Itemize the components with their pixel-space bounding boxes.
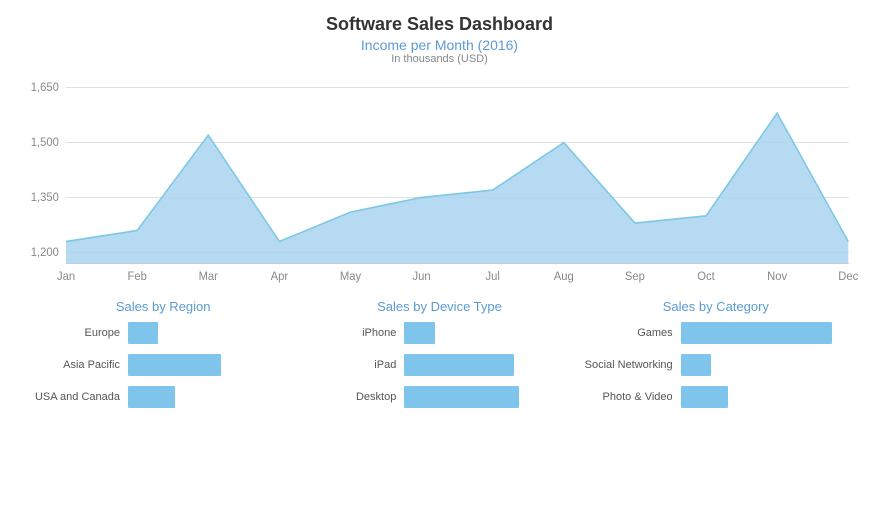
- y-label-1200: 1,200: [31, 245, 60, 258]
- region-label-usa: USA and Canada: [30, 391, 120, 403]
- region-track-asia: [128, 354, 296, 376]
- device-label-iphone: iPhone: [306, 327, 396, 339]
- sales-by-device-chart: Sales by Device Type iPhone iPad Desktop: [306, 299, 572, 504]
- main-title: Software Sales Dashboard: [20, 14, 859, 35]
- device-chart-title: Sales by Device Type: [306, 299, 572, 314]
- category-label-social: Social Networking: [583, 359, 673, 371]
- region-bar-row-europe: Europe: [30, 322, 296, 344]
- x-label-jul: Jul: [486, 270, 500, 283]
- area-chart-svg: 1,650 1,500 1,350 1,200 Jan Feb Mar Apr …: [20, 71, 859, 291]
- x-label-feb: Feb: [127, 270, 146, 283]
- x-label-apr: Apr: [271, 270, 289, 283]
- x-label-jan: Jan: [57, 270, 75, 283]
- x-label-may: May: [340, 270, 361, 283]
- x-label-mar: Mar: [199, 270, 218, 283]
- category-fill-games: [681, 322, 832, 344]
- area-chart: 1,650 1,500 1,350 1,200 Jan Feb Mar Apr …: [20, 71, 859, 291]
- category-track-photo: [681, 386, 849, 408]
- area-fill: [66, 113, 848, 263]
- category-bar-row-photo: Photo & Video: [583, 386, 849, 408]
- category-track-games: [681, 322, 849, 344]
- category-fill-social: [681, 354, 711, 376]
- region-bar-row-usa: USA and Canada: [30, 386, 296, 408]
- y-label-1500: 1,500: [31, 135, 60, 148]
- device-fill-desktop: [404, 386, 518, 408]
- area-chart-subtitle: In thousands (USD): [20, 53, 859, 65]
- region-label-europe: Europe: [30, 327, 120, 339]
- dashboard: Software Sales Dashboard Income per Mont…: [0, 0, 879, 514]
- category-bar-row-social: Social Networking: [583, 354, 849, 376]
- region-track-europe: [128, 322, 296, 344]
- category-label-photo: Photo & Video: [583, 391, 673, 403]
- y-label-1650: 1,650: [31, 80, 60, 93]
- category-track-social: [681, 354, 849, 376]
- device-label-desktop: Desktop: [306, 391, 396, 403]
- region-fill-asia: [128, 354, 221, 376]
- x-label-jun: Jun: [413, 270, 431, 283]
- device-label-ipad: iPad: [306, 359, 396, 371]
- category-label-games: Games: [583, 327, 673, 339]
- x-label-dec: Dec: [838, 270, 858, 283]
- x-label-nov: Nov: [767, 270, 787, 283]
- region-label-asia: Asia Pacific: [30, 359, 120, 371]
- category-fill-photo: [681, 386, 728, 408]
- x-label-aug: Aug: [554, 270, 574, 283]
- category-bar-row-games: Games: [583, 322, 849, 344]
- device-track-ipad: [404, 354, 572, 376]
- device-bar-row-ipad: iPad: [306, 354, 572, 376]
- y-label-1350: 1,350: [31, 190, 60, 203]
- x-label-sep: Sep: [625, 270, 645, 283]
- x-label-oct: Oct: [697, 270, 715, 283]
- region-bar-row-asia: Asia Pacific: [30, 354, 296, 376]
- region-fill-usa: [128, 386, 175, 408]
- device-bar-row-iphone: iPhone: [306, 322, 572, 344]
- area-chart-title: Income per Month (2016): [20, 37, 859, 53]
- device-bar-row-desktop: Desktop: [306, 386, 572, 408]
- sales-by-region-chart: Sales by Region Europe Asia Pacific USA …: [30, 299, 296, 504]
- sales-by-category-chart: Sales by Category Games Social Networkin…: [583, 299, 849, 504]
- device-track-iphone: [404, 322, 572, 344]
- device-fill-iphone: [404, 322, 434, 344]
- device-track-desktop: [404, 386, 572, 408]
- region-fill-europe: [128, 322, 158, 344]
- bottom-charts: Sales by Region Europe Asia Pacific USA …: [20, 299, 859, 504]
- region-track-usa: [128, 386, 296, 408]
- region-chart-title: Sales by Region: [30, 299, 296, 314]
- device-fill-ipad: [404, 354, 513, 376]
- category-chart-title: Sales by Category: [583, 299, 849, 314]
